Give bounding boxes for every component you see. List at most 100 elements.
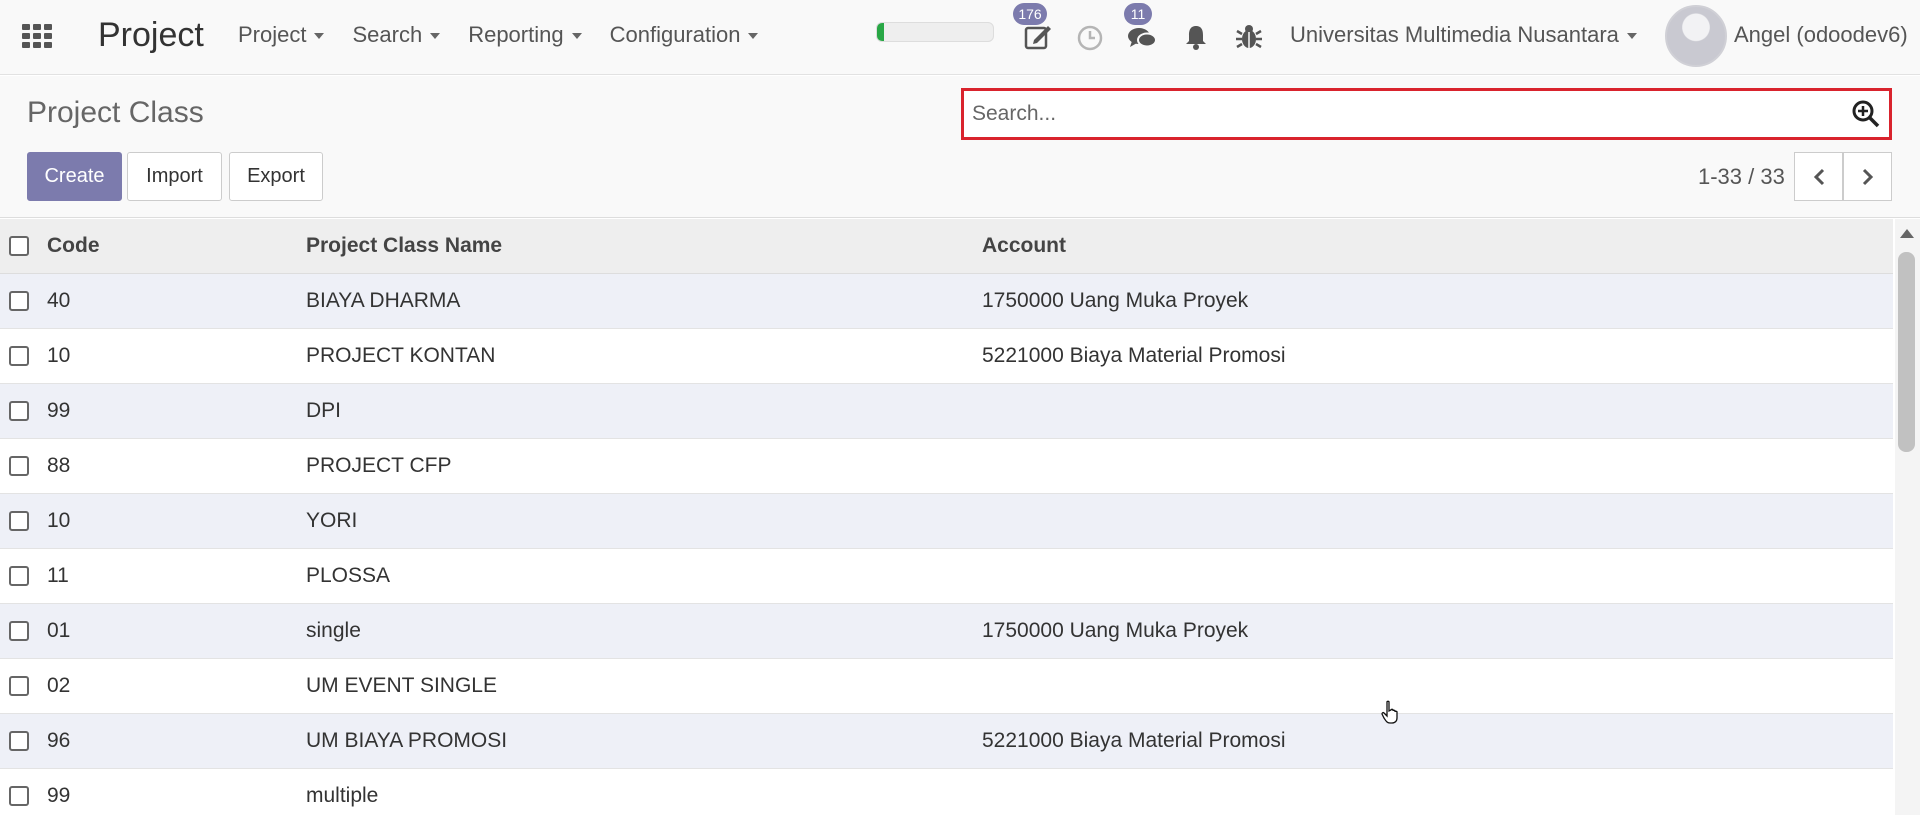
cell-account: 5221000 Biaya Material Promosi <box>982 713 1893 769</box>
search-icon[interactable] <box>1851 99 1881 129</box>
user-menu[interactable]: Angel (odoodev6) <box>1734 22 1908 48</box>
cell-name: YORI <box>306 493 982 549</box>
table-row[interactable]: 88 PROJECT CFP <box>0 438 1893 494</box>
cell-account <box>982 493 1893 549</box>
main-menu: Project Search Reporting Configuration <box>238 22 786 48</box>
caret-down-icon <box>430 33 441 39</box>
table-row[interactable]: 01 single 1750000 Uang Muka Proyek <box>0 603 1893 659</box>
create-button[interactable]: Create <box>27 152 122 201</box>
cell-name: BIAYA DHARMA <box>306 273 982 329</box>
menu-configuration[interactable]: Configuration <box>610 22 759 48</box>
select-all-cell <box>0 219 47 274</box>
row-checkbox[interactable] <box>9 290 29 311</box>
table-header-row: Code Project Class Name Account <box>0 219 1893 274</box>
cell-code: 99 <box>47 768 306 815</box>
cell-name: UM EVENT SINGLE <box>306 658 982 714</box>
cell-account: 5221000 Biaya Material Promosi <box>982 328 1893 384</box>
company-name: Universitas Multimedia Nusantara <box>1290 22 1619 47</box>
row-checkbox[interactable] <box>9 620 29 641</box>
table-row[interactable]: 10 PROJECT KONTAN 5221000 Biaya Material… <box>0 328 1893 384</box>
table-row[interactable]: 99 multiple <box>0 768 1893 815</box>
scrollbar-thumb[interactable] <box>1898 252 1915 452</box>
column-header-code[interactable]: Code <box>47 219 306 274</box>
company-switcher[interactable]: Universitas Multimedia Nusantara <box>1290 22 1637 48</box>
search-input[interactable] <box>972 102 1851 126</box>
table-row[interactable]: 40 BIAYA DHARMA 1750000 Uang Muka Proyek <box>0 273 1893 329</box>
table-row[interactable]: 99 DPI <box>0 383 1893 439</box>
cell-account <box>982 658 1893 714</box>
cell-code: 02 <box>47 658 306 714</box>
row-checkbox[interactable] <box>9 785 29 806</box>
menu-configuration-label: Configuration <box>609 22 741 47</box>
cell-name: PLOSSA <box>306 548 982 604</box>
column-header-name[interactable]: Project Class Name <box>306 219 982 274</box>
list-view: Code Project Class Name Account 40 BIAYA… <box>0 219 1893 815</box>
row-checkbox[interactable] <box>9 510 29 531</box>
page-title: Project Class <box>27 96 204 129</box>
progress-fill <box>877 23 884 41</box>
cell-account: 1750000 Uang Muka Proyek <box>982 273 1893 329</box>
row-checkbox[interactable] <box>9 400 29 421</box>
chevron-right-icon <box>1862 168 1873 185</box>
cell-name: single <box>306 603 982 659</box>
caret-down-icon <box>1626 33 1637 39</box>
cell-code: 01 <box>47 603 306 659</box>
table-row[interactable]: 11 PLOSSA <box>0 548 1893 604</box>
progress-bar <box>876 22 994 42</box>
cell-account <box>982 548 1893 604</box>
cell-code: 10 <box>47 328 306 384</box>
control-panel: Project Class Create Import Export 1-33 … <box>0 76 1920 218</box>
cell-name: PROJECT KONTAN <box>306 328 982 384</box>
export-button[interactable]: Export <box>229 152 323 201</box>
table-body: 40 BIAYA DHARMA 1750000 Uang Muka Proyek… <box>0 273 1893 815</box>
column-header-account[interactable]: Account <box>982 219 1893 274</box>
debug-bug-icon[interactable] <box>1233 20 1265 52</box>
cell-code: 99 <box>47 383 306 439</box>
menu-project[interactable]: Project <box>238 22 325 48</box>
pager-next-button[interactable] <box>1843 152 1892 201</box>
select-all-checkbox[interactable] <box>9 235 29 256</box>
avatar[interactable] <box>1665 5 1727 67</box>
menu-search[interactable]: Search <box>352 22 441 48</box>
table-row[interactable]: 02 UM EVENT SINGLE <box>0 658 1893 714</box>
cell-name: multiple <box>306 768 982 815</box>
caret-down-icon <box>748 33 759 39</box>
table-row[interactable]: 96 UM BIAYA PROMOSI 5221000 Biaya Materi… <box>0 713 1893 769</box>
app-title: Project <box>98 16 204 54</box>
vertical-scrollbar[interactable] <box>1895 219 1920 815</box>
row-checkbox[interactable] <box>9 675 29 696</box>
activity-badge: 176 <box>1013 3 1047 25</box>
row-checkbox[interactable] <box>9 730 29 751</box>
pager-previous-button[interactable] <box>1794 152 1843 201</box>
cell-code: 96 <box>47 713 306 769</box>
menu-project-label: Project <box>238 22 307 47</box>
apps-menu-icon[interactable] <box>22 24 52 48</box>
cell-account <box>982 383 1893 439</box>
table-row[interactable]: 10 YORI <box>0 493 1893 549</box>
hand-pointer-icon <box>1381 700 1398 724</box>
cell-account: 1750000 Uang Muka Proyek <box>982 603 1893 659</box>
cell-name: PROJECT CFP <box>306 438 982 494</box>
cell-name: UM BIAYA PROMOSI <box>306 713 982 769</box>
row-checkbox[interactable] <box>9 565 29 586</box>
menu-reporting[interactable]: Reporting <box>468 22 582 48</box>
row-checkbox[interactable] <box>9 345 29 366</box>
scroll-up-arrow-icon[interactable] <box>1900 229 1914 238</box>
cell-code: 11 <box>47 548 306 604</box>
bell-icon[interactable] <box>1180 20 1212 52</box>
import-button[interactable]: Import <box>127 152 222 201</box>
cell-name: DPI <box>306 383 982 439</box>
cell-account <box>982 438 1893 494</box>
caret-down-icon <box>571 33 582 39</box>
clock-icon[interactable] <box>1074 20 1106 52</box>
chevron-left-icon <box>1813 168 1824 185</box>
cell-code: 40 <box>47 273 306 329</box>
caret-down-icon <box>314 33 325 39</box>
menu-reporting-label: Reporting <box>468 22 564 47</box>
search-box[interactable] <box>961 88 1892 140</box>
top-navbar: Project Project Search Reporting Configu… <box>0 0 1920 75</box>
pager-value[interactable]: 1-33 / 33 <box>1698 164 1785 190</box>
row-checkbox[interactable] <box>9 455 29 476</box>
cell-account <box>982 768 1893 815</box>
messages-badge: 11 <box>1124 3 1152 25</box>
